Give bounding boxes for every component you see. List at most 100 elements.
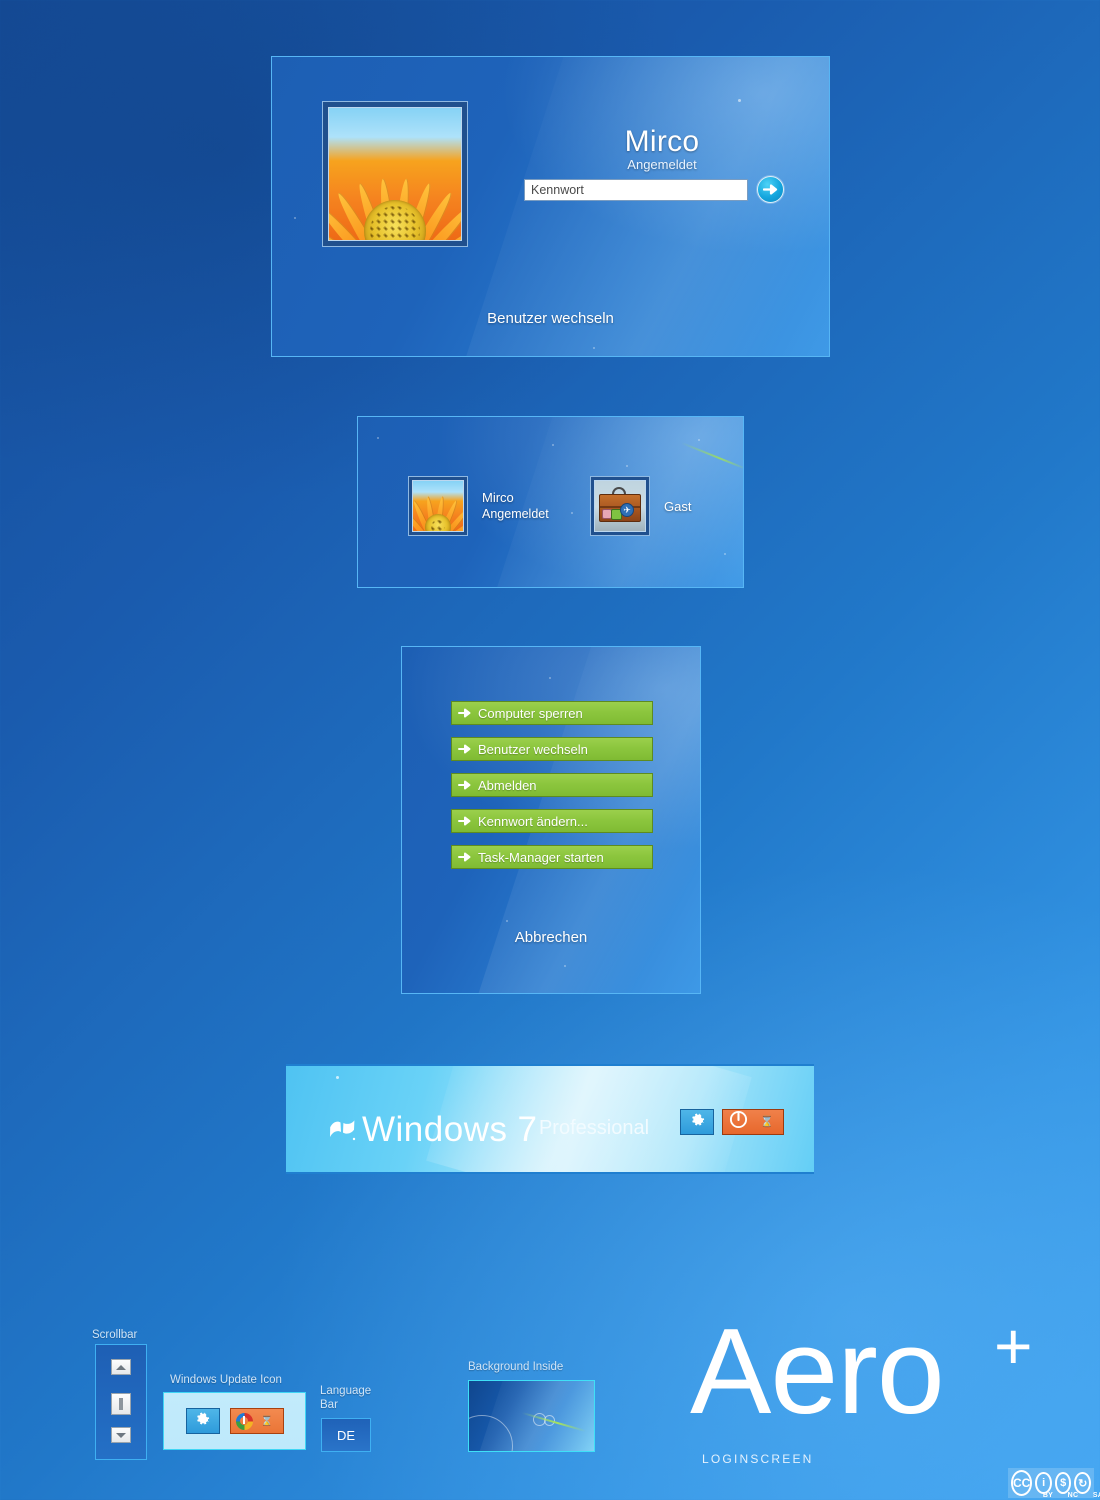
decorative-dot (698, 439, 700, 441)
page-title: Mirco (624, 125, 700, 158)
cc-nc-icon: $ (1054, 1472, 1072, 1494)
scrollbar-caption: Scrollbar (92, 1329, 138, 1341)
option-label: Task-Manager starten (478, 849, 604, 865)
arrow-right-icon (458, 743, 472, 755)
aero-subtitle: LOGINSCREEN (702, 1452, 814, 1466)
suitcase-avatar-icon (595, 481, 645, 531)
triangle-up-icon (116, 1364, 126, 1370)
decorative-dot (626, 465, 628, 467)
brand-version-text: 7 (517, 1109, 537, 1149)
avatar-image (328, 107, 462, 241)
windows-update-button[interactable]: ⌛ (229, 1408, 284, 1434)
avatar-image (594, 480, 646, 532)
user-name: Gast (664, 498, 692, 514)
scrollbar-down-button[interactable] (111, 1427, 131, 1443)
cc-label-row: BY NC SA (1039, 1492, 1100, 1499)
decorative-dot (549, 677, 551, 679)
cc-sa-label: SA (1092, 1492, 1100, 1499)
avatar (408, 476, 468, 536)
decorative-dot (738, 99, 741, 102)
arrow-right-icon (458, 779, 472, 791)
shutdown-button[interactable]: ⌛ (722, 1109, 784, 1135)
hourglass-icon: ⌛ (760, 1115, 774, 1128)
aero-wordmark: Aero (690, 1303, 945, 1439)
creative-commons-badge: CC i $ ↻ BY NC SA (1008, 1468, 1100, 1499)
cc-sa-icon: ↻ (1074, 1472, 1091, 1494)
switch-user-button[interactable]: Benutzer wechseln (451, 737, 653, 761)
scrollbar-up-button[interactable] (111, 1359, 131, 1375)
windows-update-caption: Windows Update Icon (170, 1374, 282, 1386)
start-task-manager-button[interactable]: Task-Manager starten (451, 845, 653, 869)
flower-avatar-icon (329, 108, 461, 240)
option-label: Benutzer wechseln (478, 741, 588, 757)
avatar-image (412, 480, 464, 532)
language-bar[interactable]: DE (321, 1418, 371, 1452)
list-item-label: Gast (664, 498, 691, 515)
option-label: Kennwort ändern... (478, 813, 588, 829)
windows-branding-bar: Windows 7 Professional ⌛ (286, 1064, 814, 1174)
language-bar-caption-line2: Bar (320, 1399, 338, 1411)
lock-computer-button[interactable]: Computer sperren (451, 701, 653, 725)
windows-update-icon-showcase: ⌛ (163, 1392, 306, 1450)
decorative-dot (377, 437, 379, 439)
option-label: Abmelden (478, 777, 537, 793)
decorative-dot (571, 512, 573, 514)
aero-plus-symbol: + (994, 1309, 1033, 1383)
decorative-dot (593, 347, 595, 349)
cc-nc-label: NC (1067, 1492, 1079, 1499)
decorative-dot (724, 553, 726, 555)
scrollbar[interactable] (95, 1344, 147, 1460)
brand-windows-text: Windows (362, 1109, 508, 1149)
arrow-right-icon (458, 815, 472, 827)
list-item[interactable]: Mirco Angemeldet (408, 476, 549, 536)
password-input[interactable] (524, 179, 748, 201)
flower-avatar-icon (413, 481, 463, 531)
decorative-dot (336, 1076, 339, 1079)
windows-update-ring-icon (235, 1412, 253, 1430)
list-item-label: Mirco Angemeldet (482, 489, 549, 523)
gear-icon (689, 1111, 706, 1133)
decorative-streak (681, 441, 743, 471)
switch-user-link[interactable]: Benutzer wechseln (272, 310, 829, 327)
decorative-dot (564, 965, 566, 967)
arrow-right-icon (763, 183, 778, 196)
security-options-preview: Computer sperren Benutzer wechseln Abmel… (401, 646, 701, 994)
change-password-button[interactable]: Kennwort ändern... (451, 809, 653, 833)
power-icon (729, 1110, 748, 1134)
decorative-dot (294, 217, 296, 219)
aero-plus-logo: Aero + (690, 1309, 1040, 1442)
scrollbar-thumb[interactable] (111, 1393, 131, 1415)
decorative-dot (552, 444, 554, 446)
ease-of-access-button-small[interactable] (185, 1408, 220, 1434)
user-selection-preview: Mirco Angemeldet Gast (357, 416, 744, 588)
avatar (590, 476, 650, 536)
log-off-button[interactable]: Abmelden (451, 773, 653, 797)
arrow-right-icon (458, 851, 472, 863)
cc-by-label: BY (1042, 1492, 1054, 1499)
user-status-text: Angemeldet (627, 157, 697, 172)
brand-edition-text: Professional (538, 1117, 650, 1139)
triangle-down-icon (116, 1432, 126, 1438)
decorative-dot (506, 920, 508, 922)
scrollbar-grip-icon (119, 1398, 123, 1410)
submit-login-button[interactable] (757, 176, 784, 203)
cancel-link[interactable]: Abbrechen (402, 929, 700, 946)
user-status-text: Angemeldet (482, 507, 549, 521)
list-item[interactable]: Gast (590, 476, 691, 536)
options-list: Computer sperren Benutzer wechseln Abmel… (451, 701, 653, 881)
ease-of-access-button[interactable] (680, 1109, 714, 1135)
brand-buttons: ⌛ (680, 1109, 784, 1135)
hourglass-icon: ⌛ (260, 1415, 273, 1427)
arrow-right-icon (458, 707, 472, 719)
background-inside-caption: Background Inside (468, 1361, 564, 1373)
cc-icon: CC (1011, 1470, 1033, 1496)
brand-row: Windows 7 Professional (328, 1110, 649, 1149)
background-inside-preview (468, 1380, 595, 1452)
option-label: Computer sperren (478, 705, 583, 721)
user-name: Mirco (482, 490, 514, 505)
cc-by-icon: i (1035, 1472, 1052, 1494)
gear-icon (194, 1410, 211, 1432)
avatar[interactable] (322, 101, 468, 247)
windows-flag-icon (328, 1118, 356, 1142)
login-screen-preview: Mirco Angemeldet Benutzer wechseln (271, 56, 830, 357)
